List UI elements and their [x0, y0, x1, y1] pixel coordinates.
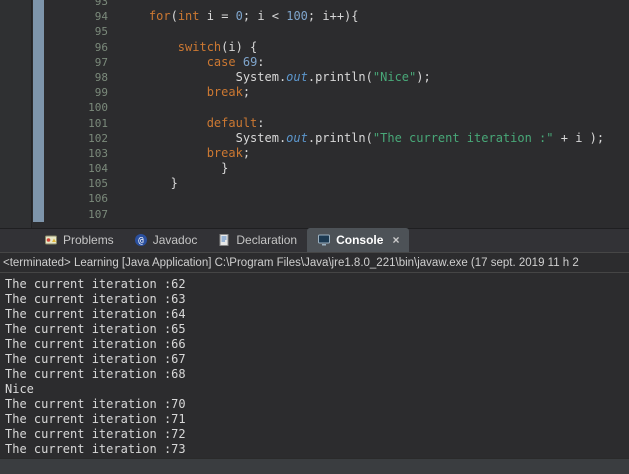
javadoc-icon: @	[134, 233, 148, 247]
code-text: case 69:	[206, 54, 265, 69]
code-text: System.out.println("Nice");	[120, 69, 431, 84]
code-text: }	[120, 176, 178, 191]
line-number[interactable]: 99	[0, 85, 112, 100]
code-text: default:	[206, 115, 265, 130]
line-number[interactable]: 95	[0, 24, 112, 39]
console-line: Nice	[5, 382, 34, 396]
console-line: The current iteration :65	[5, 322, 186, 336]
console-line: The current iteration :72	[5, 427, 186, 441]
code-lines: 93 94 for(int i = 0; i < 100; i++){95 96 s…	[0, 0, 629, 222]
line-number[interactable]: 100	[0, 100, 112, 115]
code-line: 94 for(int i = 0; i < 100; i++){	[0, 9, 629, 24]
console-line: The current iteration :67	[5, 352, 186, 366]
code-text: switch(i) {	[177, 39, 258, 54]
line-number[interactable]: 104	[0, 161, 112, 176]
code-line: 99 break;	[0, 85, 629, 100]
problems-icon	[44, 233, 58, 247]
console-title: <terminated> Learning [Java Application]…	[0, 254, 629, 273]
code-editor[interactable]: 93 94 for(int i = 0; i < 100; i++){95 96 s…	[0, 0, 629, 228]
line-number[interactable]: 98	[0, 70, 112, 85]
code-line: 105 }	[0, 176, 629, 191]
code-line: 103 break;	[0, 146, 629, 161]
tab-javadoc[interactable]: @ Javadoc	[124, 228, 208, 252]
code-line: 102 System.out.println("The current iter…	[0, 131, 629, 146]
line-number[interactable]: 102	[0, 131, 112, 146]
line-number[interactable]: 106	[0, 191, 112, 206]
close-icon[interactable]: ×	[392, 234, 399, 246]
line-number[interactable]: 94	[0, 9, 112, 24]
code-line: 101 default:	[0, 116, 629, 131]
console-line: The current iteration :73	[5, 442, 186, 456]
tab-label: Declaration	[236, 233, 298, 247]
code-line: 97 case 69:	[0, 55, 629, 70]
tab-label: Javadoc	[152, 233, 198, 247]
tab-declaration[interactable]: Declaration	[207, 228, 307, 252]
code-line: 107	[0, 207, 629, 222]
view-tab-bar: Problems @ Javadoc Declaration Console ×	[0, 228, 629, 253]
console-output[interactable]: The current iteration :62 The current ite…	[0, 274, 629, 458]
console-line: The current iteration :66	[5, 337, 186, 351]
code-line: 104 }	[0, 161, 629, 176]
svg-text:@: @	[138, 236, 144, 246]
code-line: 96 switch(i) {	[0, 40, 629, 55]
tab-console[interactable]: Console ×	[307, 228, 410, 252]
eclipse-ide-window: 93 94 for(int i = 0; i < 100; i++){95 96 s…	[0, 0, 629, 474]
line-number[interactable]: 93	[0, 0, 112, 9]
line-number[interactable]: 96	[0, 40, 112, 55]
code-text: for(int i = 0; i < 100; i++){	[148, 9, 359, 24]
declaration-icon	[217, 233, 231, 247]
tab-label: Problems	[63, 233, 114, 247]
console-line: The current iteration :71	[5, 412, 186, 426]
code-text: break;	[206, 85, 251, 100]
line-number[interactable]: 97	[0, 55, 112, 70]
console-icon	[317, 233, 331, 247]
tab-label: Console	[336, 233, 384, 247]
tab-problems[interactable]: Problems	[34, 228, 124, 252]
code-text: System.out.println("The current iteratio…	[120, 130, 605, 145]
console-line: The current iteration :63	[5, 292, 186, 306]
line-number[interactable]: 103	[0, 146, 112, 161]
code-line: 106	[0, 191, 629, 206]
code-text: break;	[206, 145, 251, 160]
code-line: 95	[0, 24, 629, 39]
console-line: The current iteration :70	[5, 397, 186, 411]
code-line: 100	[0, 100, 629, 115]
code-text: }	[120, 161, 229, 176]
line-number[interactable]: 105	[0, 176, 112, 191]
line-number[interactable]: 107	[0, 207, 112, 222]
code-line: 98 System.out.println("Nice");	[0, 70, 629, 85]
code-line: 93	[0, 0, 629, 9]
status-bar	[0, 458, 629, 474]
console-line: The current iteration :62	[5, 277, 186, 291]
line-number[interactable]: 101	[0, 116, 112, 131]
console-line: The current iteration :68	[5, 367, 186, 381]
console-line: The current iteration :64	[5, 307, 186, 321]
